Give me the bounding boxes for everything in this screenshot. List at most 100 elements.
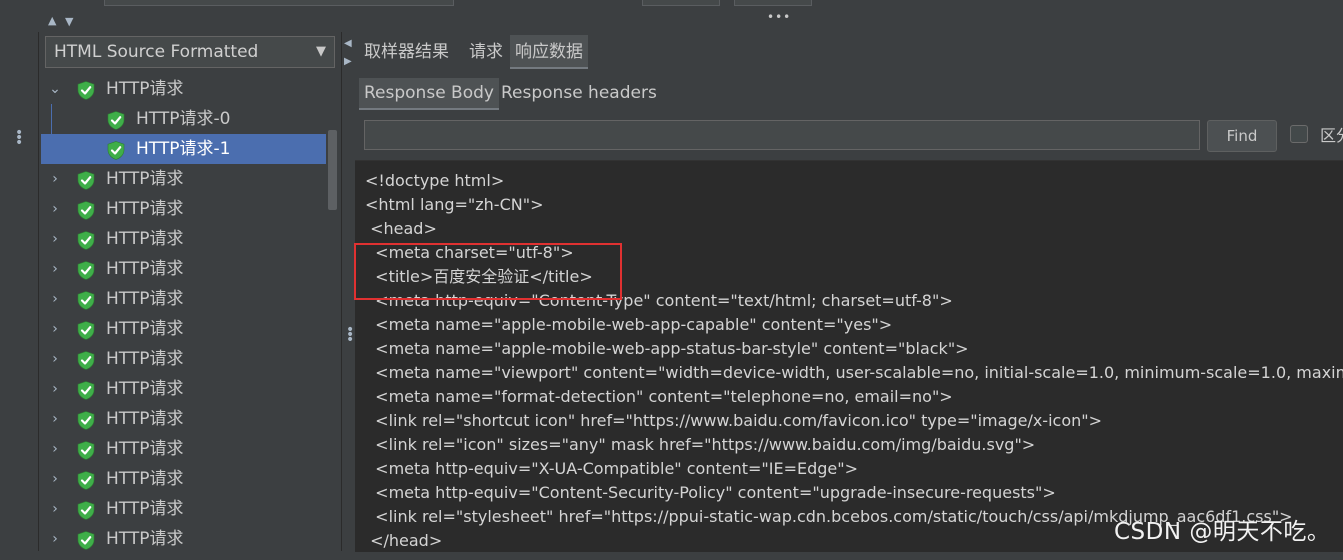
tree-item-label: HTTP请求 xyxy=(106,319,184,339)
tree-item[interactable]: › HTTP请求 xyxy=(41,344,326,374)
success-shield-icon xyxy=(77,170,95,190)
success-shield-icon xyxy=(77,260,95,280)
tree-item[interactable]: › HTTP请求 xyxy=(41,404,326,434)
tab-label: 请求 xyxy=(469,42,503,62)
source-line: <meta name="viewport" content="width=dev… xyxy=(375,363,1343,382)
success-shield-icon xyxy=(77,500,95,520)
success-shield-icon xyxy=(77,530,95,550)
tab-sampler-result[interactable]: 取样器结果 xyxy=(359,35,454,69)
source-line: <meta http-equiv="X-UA-Compatible" conte… xyxy=(365,459,859,478)
tree-item-parent[interactable]: ⌄ HTTP请求 xyxy=(41,74,326,104)
collapse-down-icon[interactable]: ▼ xyxy=(65,15,73,28)
tree-item[interactable]: › HTTP请求 xyxy=(41,284,326,314)
success-shield-icon xyxy=(77,200,95,220)
chevron-right-icon[interactable]: › xyxy=(47,434,63,464)
tree-scrollbar[interactable] xyxy=(328,130,337,210)
tree-item-label: HTTP请求-1 xyxy=(136,139,231,159)
tree-item[interactable]: › HTTP请求 xyxy=(41,254,326,284)
tree-item[interactable]: › HTTP请求 xyxy=(41,164,326,194)
source-line: <html lang="zh-CN"> xyxy=(365,195,544,214)
horizontal-splitter-handle-icon[interactable]: ••• xyxy=(767,10,791,24)
chevron-left-icon[interactable]: ◀ xyxy=(344,38,352,49)
tree-item[interactable]: › HTTP请求 xyxy=(41,524,326,554)
tree-item-label: HTTP请求 xyxy=(106,229,184,249)
tree-item-label: HTTP请求-0 xyxy=(136,109,231,129)
success-shield-icon xyxy=(77,350,95,370)
top-toolbar: ▲ ▼ ••• xyxy=(38,0,1343,32)
highlight-annotation-box xyxy=(354,243,622,300)
source-line: <meta name="apple-mobile-web-app-capable… xyxy=(365,315,893,334)
success-shield-icon xyxy=(77,290,95,310)
tree-item-label: HTTP请求 xyxy=(106,199,184,219)
tree-item-child[interactable]: HTTP请求-1 xyxy=(41,134,326,164)
tree-item-label: HTTP请求 xyxy=(106,409,184,429)
chevron-right-icon[interactable]: › xyxy=(47,374,63,404)
tree-item[interactable]: › HTTP请求 xyxy=(41,464,326,494)
source-line: <link rel="shortcut icon" href="https://… xyxy=(365,411,1103,430)
chevron-right-icon[interactable]: › xyxy=(47,494,63,524)
case-sensitive-label: 区分 xyxy=(1320,126,1343,145)
tree-item[interactable]: › HTTP请求 xyxy=(41,374,326,404)
source-line: </head> xyxy=(365,531,443,550)
tree-item-label: HTTP请求 xyxy=(106,259,184,279)
left-tool-strip: • • • xyxy=(0,0,39,551)
chevron-right-icon[interactable]: › xyxy=(47,284,63,314)
tree-item-label: HTTP请求 xyxy=(106,169,184,189)
tree-item-label: HTTP请求 xyxy=(106,289,184,309)
success-shield-icon xyxy=(77,230,95,250)
tab-response-body[interactable]: Response Body xyxy=(359,78,499,110)
chevron-right-icon[interactable]: › xyxy=(47,524,63,554)
tree-item-label: HTTP请求 xyxy=(106,349,184,369)
chevron-right-icon[interactable]: › xyxy=(47,404,63,434)
success-shield-icon xyxy=(107,140,125,160)
chevron-right-icon[interactable]: › xyxy=(47,224,63,254)
tree-item[interactable]: › HTTP请求 xyxy=(41,314,326,344)
case-sensitive-checkbox[interactable] xyxy=(1290,125,1308,143)
find-button[interactable]: Find xyxy=(1207,120,1277,152)
chevron-down-icon[interactable]: ▼ xyxy=(316,37,326,67)
tree-item-label: HTTP请求 xyxy=(106,469,184,489)
subtab-label: Response headers xyxy=(501,83,657,103)
tab-response-data[interactable]: 响应数据 xyxy=(510,35,588,69)
source-line: <meta name="apple-mobile-web-app-status-… xyxy=(365,339,969,358)
chevron-right-icon[interactable]: › xyxy=(47,164,63,194)
search-input[interactable] xyxy=(364,120,1200,150)
tree-guide-line xyxy=(51,104,52,162)
success-shield-icon xyxy=(77,470,95,490)
source-line: <!doctype html> xyxy=(365,171,505,190)
response-source-view[interactable]: <!doctype html> <html lang="zh-CN"> <head… xyxy=(355,160,1343,552)
success-shield-icon xyxy=(77,80,95,100)
success-shield-icon xyxy=(77,380,95,400)
chevron-right-icon[interactable]: › xyxy=(47,194,63,224)
success-shield-icon xyxy=(77,410,95,430)
renderer-select-value: HTML Source Formatted xyxy=(54,42,259,62)
source-line: <head> xyxy=(365,219,437,238)
chevron-right-icon[interactable]: ▶ xyxy=(344,56,352,67)
tree-item[interactable]: › HTTP请求 xyxy=(41,194,326,224)
tree-item[interactable]: › HTTP请求 xyxy=(41,434,326,464)
tab-label: 取样器结果 xyxy=(364,42,449,62)
collapse-up-icon[interactable]: ▲ xyxy=(48,14,56,27)
tree-item-label: HTTP请求 xyxy=(106,79,184,99)
tree-item[interactable]: › HTTP请求 xyxy=(41,494,326,524)
tab-response-headers[interactable]: Response headers xyxy=(496,78,662,110)
chevron-right-icon[interactable]: › xyxy=(47,464,63,494)
tree-item-label: HTTP请求 xyxy=(106,499,184,519)
tree-item-child[interactable]: HTTP请求-0 xyxy=(41,104,326,134)
tree-item-label: HTTP请求 xyxy=(106,379,184,399)
chevron-right-icon[interactable]: › xyxy=(47,314,63,344)
tab-request[interactable]: 请求 xyxy=(464,35,508,69)
top-button-remnant[interactable] xyxy=(642,0,720,6)
top-button-remnant[interactable] xyxy=(734,0,812,6)
top-field-remnant xyxy=(104,0,454,6)
drag-handle-icon[interactable]: • • • xyxy=(346,323,354,347)
chevron-right-icon[interactable]: › xyxy=(47,254,63,284)
renderer-select[interactable]: HTML Source Formatted ▼ xyxy=(45,36,335,68)
success-shield-icon xyxy=(77,320,95,340)
chevron-down-icon[interactable]: ⌄ xyxy=(47,74,63,104)
watermark: CSDN @明天不吃。 xyxy=(1114,519,1331,545)
tree-item[interactable]: › HTTP请求 xyxy=(41,224,326,254)
subtab-label: Response Body xyxy=(364,83,494,103)
chevron-right-icon[interactable]: › xyxy=(47,344,63,374)
drag-handle-icon[interactable]: • • • xyxy=(15,126,23,150)
